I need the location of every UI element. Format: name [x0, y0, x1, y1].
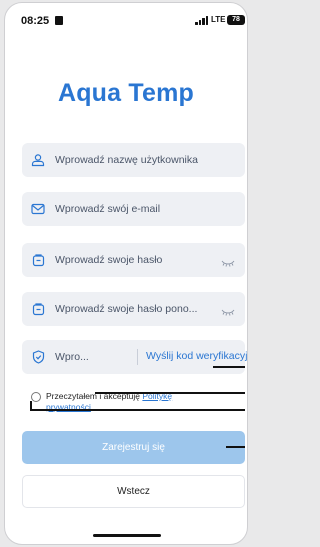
password-field[interactable]: Wprowadź swoje hasło [22, 243, 245, 277]
home-indicator [93, 534, 161, 537]
password-placeholder: Wprowadź swoje hasło [55, 254, 163, 266]
username-field[interactable]: Wprowadź nazwę użytkownika [22, 143, 245, 177]
battery-icon: 78 [227, 15, 245, 25]
screen-lock-icon [55, 16, 63, 25]
repeat-password-field[interactable]: Wprowadź swoje hasło pono... [22, 292, 245, 326]
verification-code-placeholder: Wpro... [55, 351, 89, 363]
register-button[interactable]: Zarejestruj się [22, 431, 245, 464]
email-field[interactable]: Wprowadź swój e-mail [22, 192, 245, 226]
annotation-line [226, 446, 245, 448]
user-icon [30, 152, 46, 168]
mail-icon [30, 201, 46, 217]
send-code-button[interactable]: Wyślij kod weryfikacyjny [146, 350, 247, 362]
app-logo-title: Aqua Temp [57, 79, 195, 107]
phone-screen: 08:25 LTE 78 Aqua Temp Wprowadź nazwę uż… [4, 2, 248, 545]
divider [137, 349, 138, 365]
back-button[interactable]: Wstecz [22, 475, 245, 508]
status-bar: 08:25 LTE 78 [5, 3, 247, 39]
repeat-password-placeholder: Wprowadź swoje hasło pono... [55, 303, 198, 315]
agreement-checkbox[interactable] [31, 392, 41, 402]
eye-closed-icon[interactable] [221, 255, 235, 267]
status-time: 08:25 [21, 15, 50, 27]
shield-check-icon [30, 349, 46, 365]
lock-icon [30, 301, 46, 317]
signal-icon [195, 16, 209, 25]
annotation-line [95, 392, 245, 394]
lock-icon [30, 252, 46, 268]
username-placeholder: Wprowadź nazwę użytkownika [55, 154, 198, 166]
annotation-line [213, 366, 245, 368]
eye-closed-icon[interactable] [221, 304, 235, 316]
annotation-line [30, 409, 245, 411]
verification-code-field[interactable]: Wpro... Wyślij kod weryfikacyjny [22, 340, 247, 374]
email-placeholder: Wprowadź swój e-mail [55, 203, 161, 215]
network-type: LTE [211, 15, 226, 24]
